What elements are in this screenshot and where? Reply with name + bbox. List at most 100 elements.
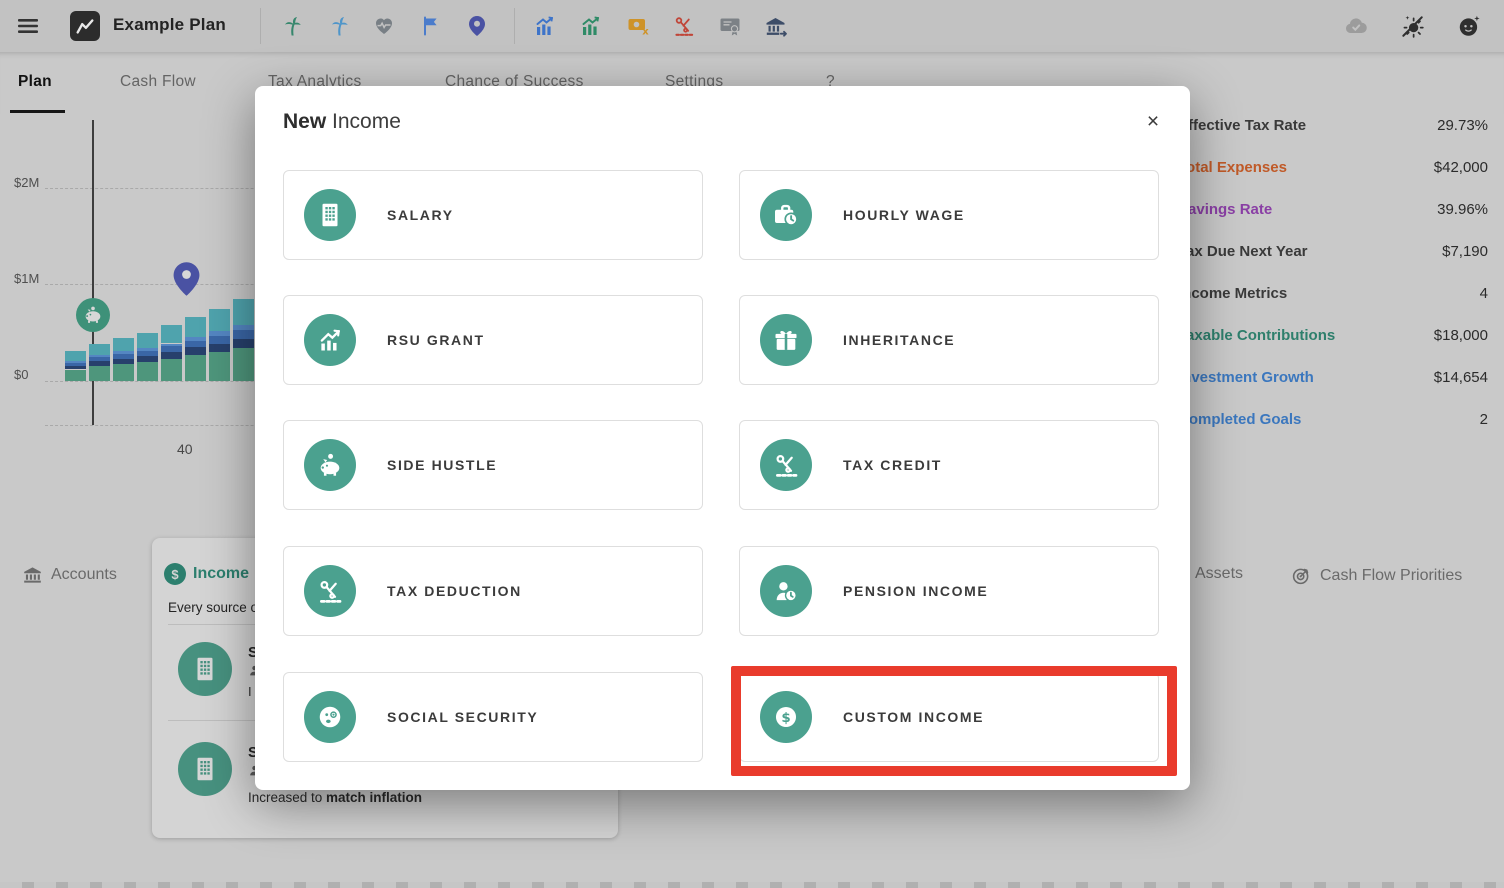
bar-segment-light-blue <box>161 344 182 347</box>
metric-row: Completed Goals2 <box>1178 411 1488 428</box>
cloud-synced-icon[interactable] <box>1343 13 1369 39</box>
piggy-bank-marker-icon[interactable] <box>76 298 110 332</box>
app-screen: Example Plan x <box>0 0 1504 888</box>
plan-title: Example Plan <box>113 15 226 35</box>
bar-segment-navy <box>137 356 158 362</box>
tab-cash-flow[interactable]: Cash Flow <box>120 73 196 91</box>
option-tax-deduction[interactable]: TAX DEDUCTION <box>283 546 703 636</box>
bank-transfer-icon[interactable] <box>763 13 789 39</box>
option-salary[interactable]: SALARY <box>283 170 703 260</box>
scissors-cut-icon <box>760 439 812 491</box>
bar-segment-light-blue <box>209 331 230 336</box>
certificate-icon[interactable] <box>717 13 743 39</box>
scissors-cut-icon <box>304 565 356 617</box>
stock-growth-icon <box>304 314 356 366</box>
option-tax-credit[interactable]: TAX CREDIT <box>739 420 1159 510</box>
bar-segment-navy <box>233 339 254 349</box>
bottom-edge-strip <box>0 882 1504 888</box>
bar-segment-blue <box>113 354 134 359</box>
bar-segment-bottom-green <box>65 370 86 382</box>
option-label: HOURLY WAGE <box>843 207 965 223</box>
bar-segment-light-blue <box>89 355 110 357</box>
accounts-section-header[interactable]: Accounts <box>22 564 117 585</box>
metric-value: 4 <box>1480 285 1488 302</box>
option-label: SIDE HUSTLE <box>387 457 497 473</box>
bar-segment-light-blue <box>185 337 206 341</box>
toolbar-divider <box>260 8 261 44</box>
bar-segment-teal-top <box>113 338 134 351</box>
option-label: SALARY <box>387 207 454 223</box>
gift-icon <box>760 314 812 366</box>
bar-segment-blue <box>233 330 254 339</box>
chart-growth-green-icon[interactable] <box>578 13 604 39</box>
option-rsu-grant[interactable]: RSU GRANT <box>283 295 703 385</box>
option-inheritance[interactable]: INHERITANCE <box>739 295 1159 385</box>
theme-toggle-icon[interactable] <box>1399 13 1425 39</box>
salary-item-icon[interactable] <box>178 642 232 696</box>
metric-value: $42,000 <box>1434 159 1488 176</box>
bar-segment-bottom-green <box>233 348 254 381</box>
person-clock-icon <box>760 565 812 617</box>
bar-segment-light-blue <box>137 348 158 351</box>
cash-flow-priorities-header[interactable]: Cash Flow Priorities <box>1291 565 1462 586</box>
bar-segment-teal-top <box>233 299 254 325</box>
close-icon[interactable]: × <box>1137 106 1169 138</box>
option-side-hustle[interactable]: SIDE HUSTLE <box>283 420 703 510</box>
bar-segment-bottom-green <box>161 359 182 381</box>
metric-value: 2 <box>1480 411 1488 428</box>
bar-segment-light-blue <box>113 351 134 354</box>
new-income-modal: New Income × SALARY HOURLY WAGE RSU GRAN… <box>255 86 1190 790</box>
modal-title-bold: New <box>283 110 326 133</box>
bar-segment-blue <box>209 336 230 344</box>
option-pension-income[interactable]: PENSION INCOME <box>739 546 1159 636</box>
metric-label: Investment Growth <box>1178 369 1314 386</box>
map-pin-icon[interactable] <box>464 13 490 39</box>
bar-segment-navy <box>161 352 182 359</box>
bar-segment-navy <box>65 366 86 370</box>
scissors-icon[interactable] <box>671 13 697 39</box>
bar-segment-navy <box>89 361 110 366</box>
option-custom-income[interactable]: $ CUSTOM INCOME <box>739 672 1159 762</box>
metric-row: Savings Rate39.96% <box>1178 201 1488 218</box>
account-avatar-icon[interactable] <box>1456 13 1482 39</box>
inflation-note-bold: match inflation <box>326 790 422 805</box>
menu-icon[interactable] <box>15 13 41 39</box>
metric-label: Effective Tax Rate <box>1178 117 1306 134</box>
metric-label: Taxable Contributions <box>1178 327 1335 344</box>
active-tab-indicator <box>10 110 65 113</box>
bar-segment-teal-top <box>161 325 182 343</box>
cash-flow-priorities-label: Cash Flow Priorities <box>1320 567 1462 585</box>
x-axis-tick: 40 <box>177 441 193 457</box>
bar-segment-blue <box>89 357 110 361</box>
accounts-label: Accounts <box>51 566 117 584</box>
map-pin-marker-icon[interactable] <box>171 263 202 294</box>
option-label: CUSTOM INCOME <box>843 709 984 725</box>
option-social-security[interactable]: SOCIAL SECURITY <box>283 672 703 762</box>
bar-segment-teal-top <box>209 309 230 331</box>
assets-section-header[interactable]: Assets <box>1195 565 1243 583</box>
heart-pulse-icon[interactable] <box>371 13 397 39</box>
bar-segment-navy <box>113 359 134 364</box>
app-logo-chart-icon[interactable] <box>70 11 100 41</box>
palm-tree-green-icon[interactable] <box>278 13 304 39</box>
metric-value: $14,654 <box>1434 369 1488 386</box>
bank-icon <box>22 564 43 585</box>
tab-plan[interactable]: Plan <box>18 73 52 91</box>
option-label: INHERITANCE <box>843 332 955 348</box>
option-label: PENSION INCOME <box>843 583 988 599</box>
y-axis-tick: $0 <box>14 367 28 382</box>
salary-item-icon[interactable] <box>178 742 232 796</box>
money-loss-icon[interactable]: x <box>625 13 651 39</box>
income-item-detail: I <box>248 684 252 699</box>
metric-label: Savings Rate <box>1178 201 1272 218</box>
modal-title-rest: Income <box>326 110 401 133</box>
chart-growth-blue-icon[interactable] <box>532 13 558 39</box>
metric-value: 29.73% <box>1437 117 1488 134</box>
bar-segment-bottom-green <box>209 352 230 381</box>
flag-icon[interactable] <box>418 13 444 39</box>
option-label: TAX DEDUCTION <box>387 583 522 599</box>
option-hourly-wage[interactable]: HOURLY WAGE <box>739 170 1159 260</box>
metric-value: $18,000 <box>1434 327 1488 344</box>
income-panel-title: Income <box>193 565 249 583</box>
palm-tree-blue-icon[interactable] <box>325 13 351 39</box>
